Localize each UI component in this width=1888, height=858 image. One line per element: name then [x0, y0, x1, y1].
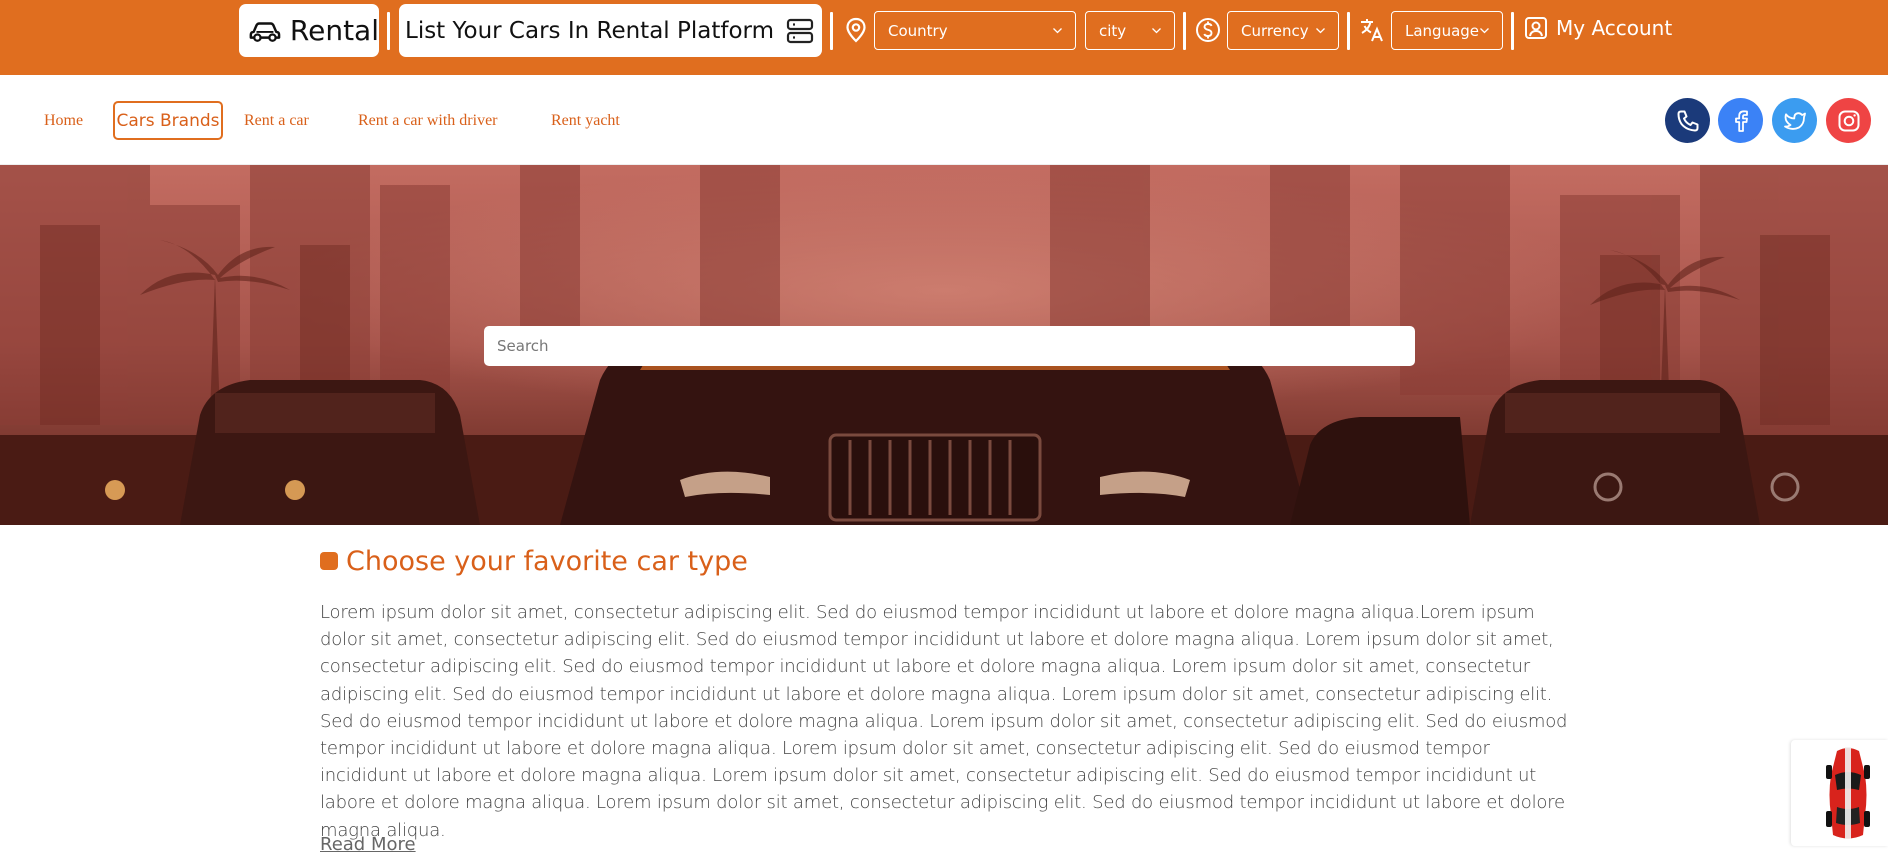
section-paragraph: Lorem ipsum dolor sit amet, consectetur … — [320, 602, 1568, 841]
list-your-cars-label: List Your Cars In Rental Platform — [405, 17, 774, 44]
divider — [1511, 12, 1514, 50]
list-your-cars-button[interactable]: List Your Cars In Rental Platform — [399, 4, 822, 57]
phone-button[interactable] — [1665, 98, 1710, 143]
sports-car-icon — [1826, 747, 1870, 839]
twitter-icon — [1783, 111, 1806, 130]
search-input[interactable] — [484, 326, 1415, 366]
logo-text: Rental — [289, 14, 379, 47]
currency-select[interactable]: Currency — [1227, 11, 1339, 50]
location-pin-icon — [846, 17, 866, 43]
car-icon — [249, 21, 281, 42]
divider — [387, 12, 390, 50]
divider — [830, 12, 833, 50]
city-select[interactable]: city — [1085, 11, 1175, 50]
instagram-icon — [1838, 110, 1859, 131]
city-select-value: city — [1099, 21, 1127, 40]
logo[interactable]: Rental — [239, 4, 379, 57]
nav-rent-yacht[interactable]: Rent yacht — [551, 112, 620, 130]
currency-select-value: Currency — [1241, 21, 1309, 40]
instagram-button[interactable] — [1826, 98, 1871, 143]
divider — [1347, 12, 1350, 50]
chevron-down-icon — [1316, 28, 1325, 34]
country-select-value: Country — [888, 21, 948, 40]
section-bullet — [320, 552, 338, 570]
hero-banner — [0, 165, 1888, 525]
dollar-icon — [1196, 18, 1220, 42]
read-more-link[interactable]: Read More — [320, 834, 416, 855]
nav-home[interactable]: Home — [44, 112, 83, 130]
nav-rent-a-car[interactable]: Rent a car — [244, 112, 309, 130]
nav-cars-brands[interactable]: Cars Brands — [113, 101, 223, 140]
language-select[interactable]: Language — [1391, 11, 1503, 50]
divider — [1183, 12, 1186, 50]
twitter-button[interactable] — [1772, 98, 1817, 143]
user-icon — [1525, 17, 1547, 39]
facebook-button[interactable] — [1718, 98, 1763, 143]
server-icon — [786, 18, 814, 43]
chevron-down-icon — [1480, 28, 1489, 34]
top-bar: Rental List Your Cars In Rental Platform… — [0, 0, 1888, 75]
section-title: Choose your favorite car type — [346, 546, 748, 577]
my-account-label: My Account — [1556, 16, 1673, 40]
my-account-link[interactable]: My Account — [1524, 16, 1672, 40]
language-select-value: Language — [1405, 21, 1480, 40]
chevron-down-icon — [1053, 28, 1062, 34]
country-select[interactable]: Country — [874, 11, 1076, 50]
phone-icon — [1677, 110, 1698, 131]
facebook-icon — [1734, 109, 1748, 132]
translate-icon — [1361, 19, 1383, 42]
nav-rent-car-with-driver[interactable]: Rent a car with driver — [358, 112, 498, 130]
floating-car-widget[interactable] — [1791, 740, 1888, 846]
chevron-down-icon — [1152, 28, 1161, 34]
